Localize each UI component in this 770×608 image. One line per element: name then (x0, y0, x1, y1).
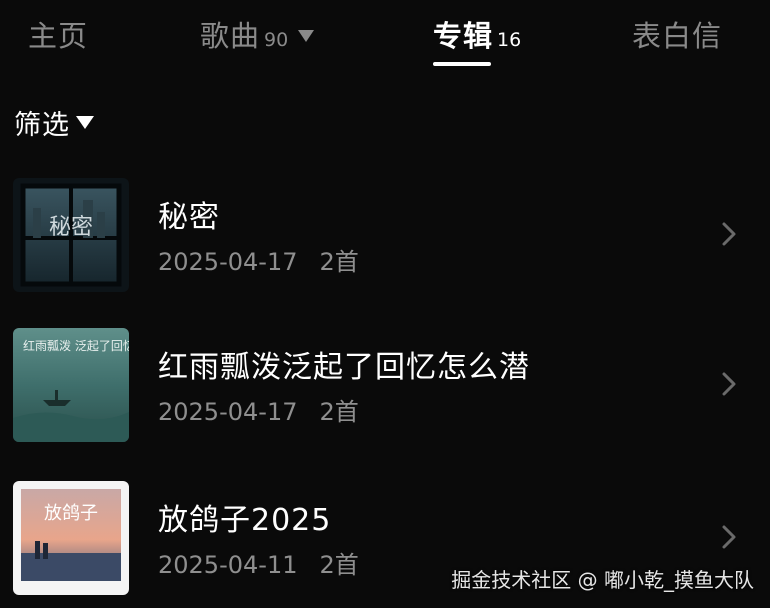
tab-songs[interactable]: 歌曲 90 (200, 14, 315, 58)
chevron-right-icon (718, 368, 740, 400)
album-track-count: 2首 (319, 398, 359, 426)
tab-love-letter-label: 表白信 (632, 19, 723, 53)
tab-albums[interactable]: 专辑 16 (433, 14, 521, 58)
album-date: 2025-04-17 (158, 248, 298, 276)
album-cover-text: 放鸽子 (44, 503, 98, 524)
filter-dropdown[interactable]: 筛选 (14, 102, 94, 142)
album-cover-text: 秘密 (49, 215, 93, 240)
album-date: 2025-04-11 (158, 551, 298, 579)
album-title: 红雨瓢泼泛起了回忆怎么潜 (158, 350, 530, 385)
tab-songs-label: 歌曲 (200, 19, 261, 53)
album-track-count: 2首 (319, 551, 359, 579)
album-title: 秘密 (158, 200, 220, 235)
tab-home-label: 主页 (28, 19, 89, 53)
active-tab-indicator (433, 62, 491, 66)
album-cover: 秘密 (13, 178, 129, 292)
album-list-item[interactable]: 秘密 秘密 2025-04-17 2首 (0, 178, 770, 302)
album-track-count: 2首 (319, 248, 359, 276)
album-list-item[interactable]: 红雨瓢泼 泛起了回忆 怎么潜 红雨瓢泼泛起了回忆怎么潜 2025-04-17 2首 (0, 328, 770, 452)
album-cover: 红雨瓢泼 泛起了回忆 怎么潜 (13, 328, 129, 442)
tab-home[interactable]: 主页 (28, 14, 88, 58)
album-meta: 2025-04-17 2首 (158, 392, 359, 427)
caret-down-icon (298, 30, 315, 42)
chevron-right-icon (718, 521, 740, 553)
tab-love-letter[interactable]: 表白信 (632, 14, 722, 58)
tab-bar: 主页 歌曲 90 专辑 16 表白信 (0, 0, 770, 72)
album-cover: 放鸽子 (13, 481, 129, 595)
album-date: 2025-04-17 (158, 398, 298, 426)
album-meta: 2025-04-11 2首 (158, 545, 359, 580)
tab-songs-count: 90 (264, 29, 289, 51)
tab-albums-label: 专辑 (433, 19, 494, 53)
watermark: 掘金技术社区 @ 嘟小乾_摸鱼大队 (451, 568, 754, 592)
chevron-right-icon (718, 218, 740, 250)
album-meta: 2025-04-17 2首 (158, 242, 359, 277)
album-title: 放鸽子2025 (158, 503, 332, 538)
filter-label: 筛选 (14, 109, 70, 141)
tab-albums-count: 16 (497, 29, 522, 51)
album-cover-text: 红雨瓢泼 泛起了回忆 怎么潜 (23, 338, 129, 353)
caret-down-icon (76, 115, 94, 129)
